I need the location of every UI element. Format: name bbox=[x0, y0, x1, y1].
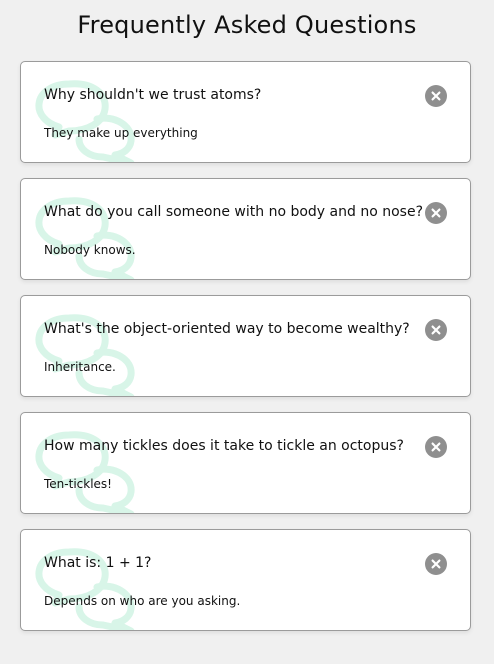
faq-question: What's the object-oriented way to become… bbox=[44, 321, 410, 337]
faq-item: How many tickles does it take to tickle … bbox=[20, 412, 471, 514]
close-icon bbox=[431, 91, 441, 101]
faq-list: Why shouldn't we trust atoms? They make … bbox=[20, 61, 471, 646]
faq-answer: Depends on who are you asking. bbox=[44, 594, 241, 608]
close-icon bbox=[431, 442, 441, 452]
faq-item: What's the object-oriented way to become… bbox=[20, 295, 471, 397]
close-icon bbox=[431, 559, 441, 569]
close-button[interactable] bbox=[425, 319, 447, 341]
faq-question: What do you call someone with no body an… bbox=[44, 204, 423, 220]
faq-answer: Inheritance. bbox=[44, 360, 116, 374]
page-title: Frequently Asked Questions bbox=[77, 11, 417, 39]
faq-answer: Nobody knows. bbox=[44, 243, 136, 257]
faq-question: How many tickles does it take to tickle … bbox=[44, 438, 404, 454]
faq-question: What is: 1 + 1? bbox=[44, 555, 152, 571]
faq-item: What is: 1 + 1? Depends on who are you a… bbox=[20, 529, 471, 631]
close-button[interactable] bbox=[425, 553, 447, 575]
close-icon bbox=[431, 208, 441, 218]
close-button[interactable] bbox=[425, 85, 447, 107]
faq-answer: They make up everything bbox=[44, 126, 198, 140]
close-icon bbox=[431, 325, 441, 335]
close-button[interactable] bbox=[425, 202, 447, 224]
close-button[interactable] bbox=[425, 436, 447, 458]
faq-item: What do you call someone with no body an… bbox=[20, 178, 471, 280]
faq-item: Why shouldn't we trust atoms? They make … bbox=[20, 61, 471, 163]
faq-answer: Ten-tickles! bbox=[44, 477, 112, 491]
faq-question: Why shouldn't we trust atoms? bbox=[44, 87, 262, 103]
